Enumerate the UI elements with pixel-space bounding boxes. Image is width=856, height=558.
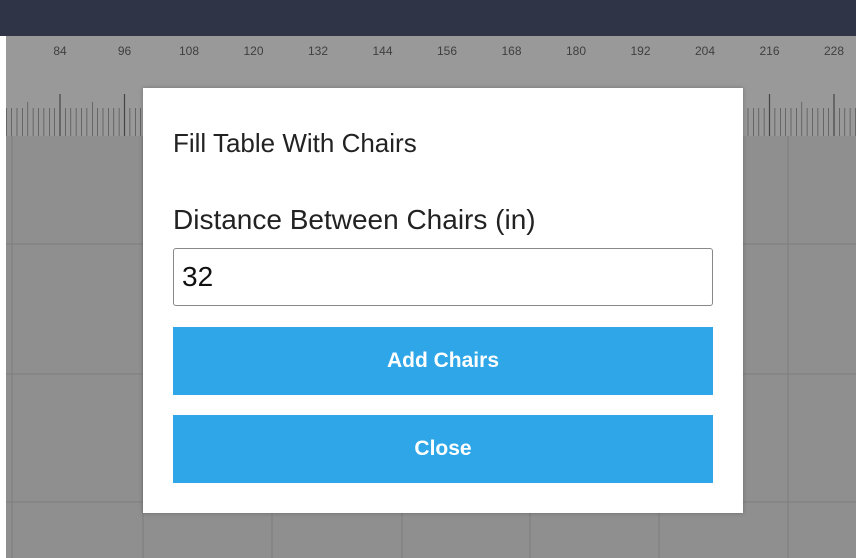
ruler-label: 228: [823, 44, 845, 58]
close-button[interactable]: Close: [173, 415, 713, 483]
top-bar: [0, 0, 856, 36]
ruler-label: 84: [53, 44, 67, 58]
ruler-label: 144: [372, 44, 393, 58]
add-chairs-button[interactable]: Add Chairs: [173, 327, 713, 395]
ruler-label: 204: [694, 44, 716, 58]
ruler-label: 156: [436, 44, 458, 58]
ruler-label: 216: [759, 44, 780, 58]
distance-label: Distance Between Chairs (in): [173, 204, 536, 235]
fill-table-dialog: Fill Table With Chairs Distance Between …: [143, 88, 743, 513]
ruler-label: 96: [117, 44, 132, 58]
ruler-label: 168: [501, 44, 522, 58]
dialog-title: Fill Table With Chairs: [173, 128, 417, 158]
ruler-label: 108: [178, 44, 200, 58]
ruler-label: 120: [243, 44, 264, 58]
ruler-label: 180: [565, 44, 587, 58]
ruler-label: 192: [630, 44, 651, 58]
distance-input[interactable]: [173, 248, 713, 306]
ruler-label: 132: [307, 44, 329, 58]
